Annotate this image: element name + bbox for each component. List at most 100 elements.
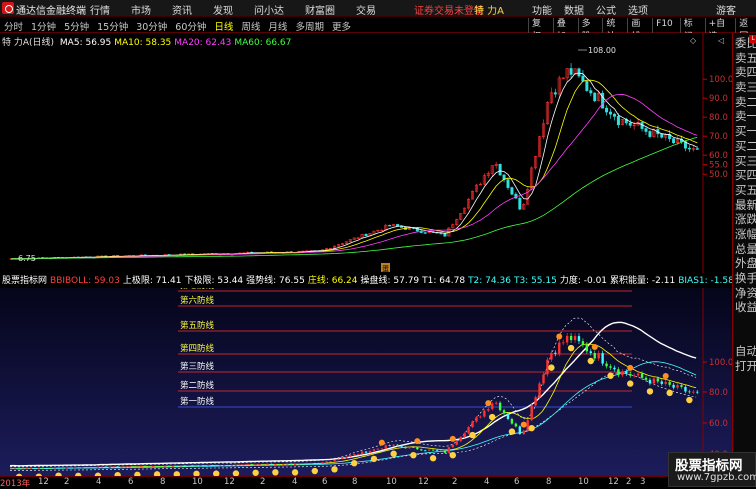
candle-body: [628, 122, 632, 126]
menu-item[interactable]: 财富圈: [305, 2, 335, 17]
sidebar-item[interactable]: 净资: [733, 286, 756, 301]
ind-candle-body: [274, 464, 277, 466]
ind-candle-body: [37, 467, 40, 469]
ind-candle-body: [96, 466, 100, 468]
ind-candle-body: [475, 417, 478, 422]
ind-candle-body: [10, 468, 13, 470]
sidebar-item[interactable]: 买四: [733, 168, 756, 183]
sidebar-item[interactable]: 自动: [733, 344, 756, 359]
sidebar-item[interactable]: 打开: [733, 359, 756, 374]
ind-candle-body: [88, 467, 92, 469]
ind-candle-body: [479, 416, 482, 418]
period-tab[interactable]: 15分钟: [97, 19, 128, 33]
candle-body: [439, 232, 443, 235]
period-tab[interactable]: 30分钟: [136, 19, 167, 33]
period-tab[interactable]: 5分钟: [64, 19, 89, 33]
sidebar-item[interactable]: 买二: [733, 139, 756, 154]
smiley-signal-icon: [449, 451, 456, 459]
menu-item[interactable]: 市场: [131, 2, 151, 17]
ind-candle-body: [136, 466, 139, 468]
period-tab[interactable]: 日线: [214, 19, 233, 33]
sidebar-item[interactable]: 买一: [733, 124, 756, 139]
date-label: 10: [386, 477, 397, 487]
menu-item[interactable]: 资讯: [172, 2, 192, 17]
ind-candle-body: [514, 423, 518, 427]
period-tab[interactable]: 更多: [332, 19, 351, 33]
candle-body: [648, 131, 652, 137]
ind-candle-body: [368, 450, 372, 453]
indicator-panel[interactable]: 第七防线第六防线第五防线第四防线第三防线第二防线第一防线 100.0 80.0 60.…: [0, 280, 733, 481]
sidebar-item[interactable]: 换手: [733, 271, 756, 286]
sidebar-item[interactable]: 卖五: [733, 51, 756, 66]
event-marker-text: 蛋: [382, 264, 389, 273]
sidebar-item[interactable]: [733, 315, 756, 330]
sidebar-item[interactable]: 总量: [733, 242, 756, 257]
ind-candle-body: [601, 353, 604, 364]
ind-candle-body: [84, 467, 88, 469]
candle-body: [506, 179, 510, 188]
date-label: 8: [160, 477, 166, 487]
menu-item[interactable]: 发现: [213, 2, 233, 17]
right-menu-item[interactable]: 公式: [596, 2, 616, 17]
sidebar-item[interactable]: 卖二: [733, 95, 756, 110]
smiley-signal-icon: [489, 413, 496, 421]
ind-candle-body: [226, 465, 230, 466]
kline-panel[interactable]: 100.0 90.0 80.0 70.0 60.0 55.0 50.0 108.00 6.75 蛋…: [0, 33, 733, 273]
guest-login[interactable]: 游客: [716, 2, 736, 17]
sidebar-item[interactable]: 涨幅: [733, 227, 756, 242]
defense-line-label: 第三防线: [180, 361, 215, 372]
ind-candle-body: [522, 430, 525, 435]
candle-body: [585, 80, 589, 91]
sidebar-item[interactable]: 涨跌: [733, 212, 756, 227]
menu-item[interactable]: 交易: [356, 2, 376, 17]
sidebar-item[interactable]: 卖三: [733, 80, 756, 95]
sidebar-item[interactable]: 收益: [733, 300, 756, 315]
title-bar: 通达信金融终端 行情 市场 资讯 发现 问小达 财富圈 交易 证券交易未登录 特 力A 功能…: [0, 0, 756, 17]
ind-candle-body: [632, 375, 636, 377]
sidebar-item[interactable]: 买三: [733, 154, 756, 169]
ind-candle-body: [148, 466, 151, 468]
ind-candle-body: [404, 446, 407, 449]
period-tab[interactable]: 月线: [268, 19, 287, 33]
ind-candle-body: [625, 371, 628, 374]
sidebar-item[interactable]: 最新: [733, 198, 756, 213]
date-label: 12: [224, 477, 235, 487]
period-tab[interactable]: 60分钟: [175, 19, 206, 33]
ind-candle-body: [648, 379, 652, 384]
period-tab[interactable]: 多周期: [295, 19, 324, 33]
indicator-value: BBIBOLL: 59.03: [50, 276, 120, 286]
ind-candle-body: [325, 461, 328, 463]
right-menu-item[interactable]: 数据: [564, 2, 584, 17]
sidebar-item[interactable]: 买五: [733, 183, 756, 198]
ind-candle-body: [629, 373, 632, 376]
period-tab[interactable]: 1分钟: [31, 19, 56, 33]
warning-signal-icon: [449, 435, 456, 442]
kline-chart[interactable]: 100.0 90.0 80.0 70.0 60.055.050.0 108.00 6.75 蛋…: [0, 33, 733, 273]
ind-candle-body: [534, 397, 537, 406]
ind-candle-body: [262, 464, 265, 466]
ind-candle-body: [562, 342, 565, 344]
sidebar-item[interactable]: 卖一: [733, 109, 756, 124]
ind-candle-body: [376, 448, 380, 450]
right-menu-item[interactable]: 功能: [532, 2, 552, 17]
period-tab[interactable]: 分时: [4, 19, 23, 33]
sidebar-item[interactable]: 卖四: [733, 65, 756, 80]
ind-candle-body: [388, 445, 391, 447]
menu-item[interactable]: 问小达: [254, 2, 284, 17]
date-label: 2: [64, 477, 70, 487]
right-menu-item[interactable]: 选项: [628, 2, 648, 17]
menu-item[interactable]: 行情: [90, 2, 110, 17]
ind-candle-body: [167, 465, 171, 467]
sidebar-item[interactable]: [733, 330, 756, 345]
indicator-chart[interactable]: 第七防线第六防线第五防线第四防线第三防线第二防线第一防线 100.0 80.0 60.…: [0, 280, 733, 481]
ind-candle-body: [155, 466, 159, 467]
ind-candle-body: [258, 464, 261, 466]
ind-candle-body: [92, 467, 96, 469]
ind-candle-body: [487, 409, 490, 411]
defense-line-label: 第六防线: [180, 295, 215, 306]
ind-candle-body: [660, 381, 663, 384]
sidebar-item[interactable]: 外盘: [733, 256, 756, 271]
period-tab[interactable]: 周线: [241, 19, 260, 33]
indicator-value: 强势线: 76.55: [246, 276, 305, 286]
ind-candle-body: [329, 461, 332, 463]
